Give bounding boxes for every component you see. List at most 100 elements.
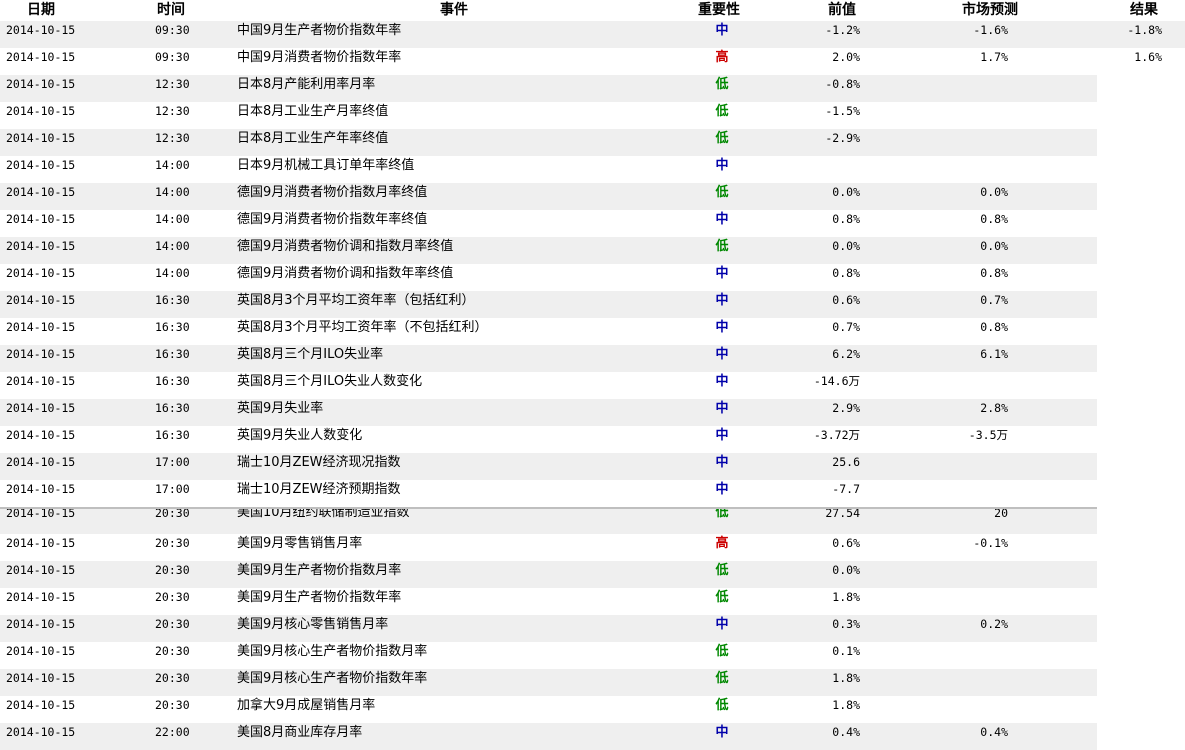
cell-previous: -1.5% (825, 104, 860, 118)
cell-time: 20:30 (155, 698, 190, 712)
cell-date: 2014-10-15 (6, 266, 76, 280)
cell-time: 16:30 (155, 374, 190, 388)
cell-previous: -7.7 (832, 482, 860, 496)
cell-event: 加拿大9月成屋销售月率 (237, 698, 376, 713)
table-row[interactable]: 2014-10-15 16:30 英国8月三个月ILO失业人数变化 中 -14.6万 (0, 372, 1097, 399)
cell-forecast: 0.4% (980, 725, 1008, 739)
cell-event: 美国9月生产者物价指数年率 (237, 590, 402, 605)
cell-forecast: 0.8% (980, 212, 1008, 226)
table-row[interactable]: 2014-10-15 20:30 美国9月核心生产者物价指数月率 低 0.1% (0, 642, 1097, 669)
cell-time: 16:30 (155, 401, 190, 415)
cell-time: 12:30 (155, 104, 190, 118)
header-previous: 前值 (828, 2, 856, 18)
cell-time: 16:30 (155, 428, 190, 442)
table-row[interactable]: 2014-10-15 09:30 中国9月生产者物价指数年率 中 -1.2% -1.6% -… (0, 21, 1185, 48)
cell-forecast: 0.2% (980, 617, 1008, 631)
cell-event: 瑞士10月ZEW经济预期指数 (237, 482, 401, 497)
cell-previous: 27.54 (825, 507, 860, 520)
cell-previous: 6.2% (832, 347, 860, 361)
cell-previous: 0.3% (832, 617, 860, 631)
cell-importance: 低 (715, 131, 729, 146)
cell-importance: 中 (715, 347, 729, 362)
cell-date: 2014-10-15 (6, 590, 76, 604)
cell-forecast: 1.7% (980, 50, 1008, 64)
cell-previous: 25.6 (832, 455, 860, 469)
header-event: 事件 (440, 2, 468, 18)
cell-importance: 低 (715, 239, 729, 254)
table-row[interactable]: 2014-10-15 17:00 瑞士10月ZEW经济预期指数 中 -7.7 (0, 480, 1097, 507)
cell-time: 17:00 (155, 482, 190, 496)
header-result: 结果 (1130, 2, 1158, 18)
cell-previous: 1.8% (832, 671, 860, 685)
table-row[interactable]: 2014-10-15 14:00 日本9月机械工具订单年率终值 中 (0, 156, 1097, 183)
cell-date: 2014-10-15 (6, 536, 76, 550)
cell-time: 20:30 (155, 536, 190, 550)
cell-previous: 0.0% (832, 185, 860, 199)
cell-time: 14:00 (155, 158, 190, 172)
cell-event: 中国9月消费者物价指数年率 (237, 50, 402, 65)
table-row[interactable]: 2014-10-15 14:00 德国9月消费者物价调和指数月率终值 低 0.0% 0.0… (0, 237, 1097, 264)
cell-time: 22:00 (155, 725, 190, 739)
cell-time: 17:00 (155, 455, 190, 469)
table-row[interactable]: 2014-10-15 16:30 英国9月失业率 中 2.9% 2.8% (0, 399, 1097, 426)
table-row[interactable]: 2014-10-15 16:30 英国8月3个月平均工资年率（不包括红利） 中 0.7%… (0, 318, 1097, 345)
table-row[interactable]: 2014-10-15 20:30 美国9月生产者物价指数年率 低 1.8% (0, 588, 1097, 615)
cell-event: 英国9月失业人数变化 (237, 428, 363, 443)
cell-date: 2014-10-15 (6, 374, 76, 388)
cell-date: 2014-10-15 (6, 698, 76, 712)
cell-forecast: 0.0% (980, 185, 1008, 199)
header-forecast: 市场预测 (962, 2, 1018, 18)
cell-previous: 0.0% (832, 563, 860, 577)
cell-previous: -0.8% (825, 77, 860, 91)
cell-previous: -14.6万 (813, 374, 860, 388)
cell-time: 09:30 (155, 23, 190, 37)
cell-previous: 0.8% (832, 266, 860, 280)
cell-time: 16:30 (155, 293, 190, 307)
cell-previous: 2.9% (832, 401, 860, 415)
table-row[interactable]: 2014-10-15 22:00 美国8月商业库存月率 中 0.4% 0.4% (0, 723, 1097, 750)
cell-importance: 中 (715, 482, 729, 497)
cell-date: 2014-10-15 (6, 131, 76, 145)
cell-importance: 中 (715, 725, 729, 740)
table-row[interactable]: 2014-10-15 12:30 日本8月产能利用率月率 低 -0.8% (0, 75, 1097, 102)
cell-date: 2014-10-15 (6, 725, 76, 739)
table-row[interactable]: 2014-10-15 20:30 美国9月核心生产者物价指数年率 低 1.8% (0, 669, 1097, 696)
cell-date: 2014-10-15 (6, 617, 76, 631)
table-row[interactable]: 2014-10-15 20:30 美国10月纽约联储制造业指数 低 27.54 20 (0, 507, 1097, 534)
table-row[interactable]: 2014-10-15 14:00 德国9月消费者物价指数年率终值 中 0.8% 0.8% (0, 210, 1097, 237)
cell-date: 2014-10-15 (6, 50, 76, 64)
cell-date: 2014-10-15 (6, 563, 76, 577)
cell-time: 14:00 (155, 212, 190, 226)
cell-event: 英国8月三个月ILO失业率 (237, 347, 384, 362)
table-row[interactable]: 2014-10-15 16:30 英国9月失业人数变化 中 -3.72万 -3.5万 (0, 426, 1097, 453)
cell-importance: 高 (715, 536, 729, 551)
table-row[interactable]: 2014-10-15 20:30 美国9月生产者物价指数月率 低 0.0% (0, 561, 1097, 588)
table-row[interactable]: 2014-10-15 20:30 加拿大9月成屋销售月率 低 1.8% (0, 696, 1097, 723)
cell-importance: 中 (715, 158, 729, 173)
cell-event: 德国9月消费者物价调和指数年率终值 (237, 266, 454, 281)
cell-date: 2014-10-15 (6, 23, 76, 37)
cell-event: 美国9月核心零售销售月率 (237, 617, 389, 632)
cell-previous: 0.6% (832, 293, 860, 307)
table-row[interactable]: 2014-10-15 09:30 中国9月消费者物价指数年率 高 2.0% 1.7% 1.6… (0, 48, 1185, 75)
cell-previous: 1.8% (832, 698, 860, 712)
cell-forecast: 2.8% (980, 401, 1008, 415)
cell-importance: 低 (715, 507, 729, 520)
table-row[interactable]: 2014-10-15 17:00 瑞士10月ZEW经济现况指数 中 25.6 (0, 453, 1097, 480)
table-row[interactable]: 2014-10-15 20:30 美国9月零售销售月率 高 0.6% -0.1% (0, 534, 1097, 561)
cell-previous: -2.9% (825, 131, 860, 145)
table-row[interactable]: 2014-10-15 12:30 日本8月工业生产月率终值 低 -1.5% (0, 102, 1097, 129)
cell-importance: 低 (715, 563, 729, 578)
cell-event: 瑞士10月ZEW经济现况指数 (237, 455, 401, 470)
table-row[interactable]: 2014-10-15 16:30 英国8月三个月ILO失业率 中 6.2% 6.1% (0, 345, 1097, 372)
table-row[interactable]: 2014-10-15 14:00 德国9月消费者物价指数月率终值 低 0.0% 0.0% (0, 183, 1097, 210)
cell-date: 2014-10-15 (6, 77, 76, 91)
cell-date: 2014-10-15 (6, 482, 76, 496)
table-row[interactable]: 2014-10-15 12:30 日本8月工业生产年率终值 低 -2.9% (0, 129, 1097, 156)
table-row[interactable]: 2014-10-15 16:30 英国8月3个月平均工资年率（包括红利） 中 0.6% 0… (0, 291, 1097, 318)
table-row[interactable]: 2014-10-15 20:30 美国9月核心零售销售月率 中 0.3% 0.2% (0, 615, 1097, 642)
calendar-table-body: 2014-10-15 09:30 中国9月生产者物价指数年率中 -1.2% -1.6% -… (0, 21, 1185, 750)
table-row[interactable]: 2014-10-15 14:00 德国9月消费者物价调和指数年率终值 中 0.8% 0.8… (0, 264, 1097, 291)
cell-importance: 中 (715, 374, 729, 389)
header-date: 日期 (27, 2, 55, 18)
